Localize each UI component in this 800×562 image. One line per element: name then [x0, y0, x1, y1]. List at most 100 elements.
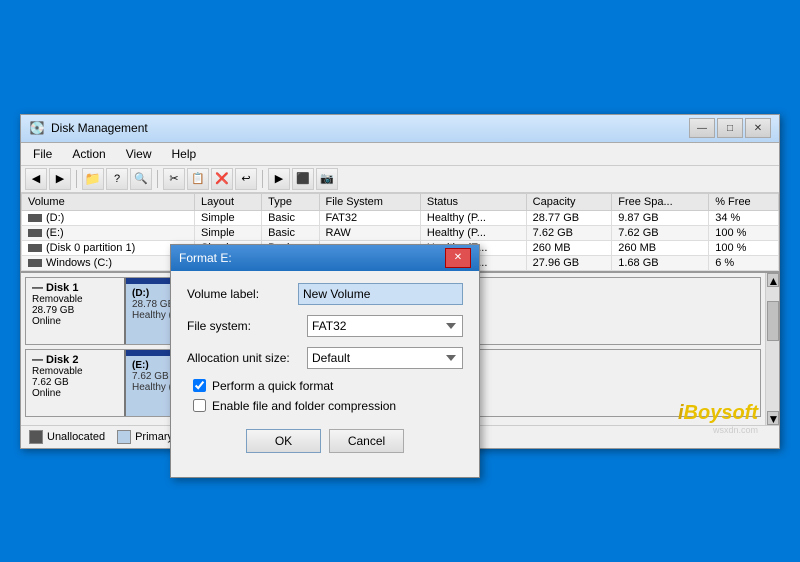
quick-format-row: Perform a quick format: [187, 379, 463, 393]
col-layout[interactable]: Layout: [195, 193, 262, 210]
compression-label[interactable]: Enable file and folder compression: [212, 399, 396, 413]
alloc-unit-select[interactable]: Default 512 1024 2048 4096: [307, 347, 463, 369]
col-fs[interactable]: File System: [319, 193, 420, 210]
file-system-row: File system: FAT32 NTFS exFAT: [187, 315, 463, 337]
menu-action[interactable]: Action: [64, 145, 113, 163]
disk-status: Online: [32, 388, 118, 399]
cell-free: 1.68 GB: [612, 255, 709, 270]
forward-button[interactable]: ▶: [49, 168, 71, 190]
disk-label: — Disk 1 Removable 28.79 GB Online: [26, 278, 126, 344]
play-button[interactable]: ▶: [268, 168, 290, 190]
dialog-close-button[interactable]: ✕: [445, 248, 471, 268]
compression-checkbox[interactable]: [193, 399, 206, 412]
cell-volume: (D:): [22, 210, 195, 225]
cell-fs: FAT32: [319, 210, 420, 225]
volume-label-label: Volume label:: [187, 287, 298, 301]
menu-view[interactable]: View: [118, 145, 160, 163]
window-icon: 💽: [29, 120, 45, 136]
cell-free: 9.87 GB: [612, 210, 709, 225]
col-capacity[interactable]: Capacity: [526, 193, 612, 210]
cut-button[interactable]: ✂: [163, 168, 185, 190]
cell-layout: Simple: [195, 210, 262, 225]
scrollbar-track[interactable]: ▲ ▼: [765, 273, 779, 425]
minimize-button[interactable]: —: [689, 118, 715, 138]
delete-button[interactable]: ❌: [211, 168, 233, 190]
undo-button[interactable]: ↩: [235, 168, 257, 190]
col-type[interactable]: Type: [262, 193, 319, 210]
ok-button[interactable]: OK: [246, 429, 321, 453]
alloc-unit-row: Allocation unit size: Default 512 1024 2…: [187, 347, 463, 369]
disk-name: — Disk 2: [32, 354, 118, 366]
volume-label-input[interactable]: [298, 283, 463, 305]
cell-capacity: 28.77 GB: [526, 210, 612, 225]
cell-pct: 100 %: [709, 225, 779, 240]
cell-volume: (Disk 0 partition 1): [22, 240, 195, 255]
toolbar-separator-3: [262, 170, 263, 188]
disk-size: 28.79 GB: [32, 305, 118, 316]
cell-capacity: 260 MB: [526, 240, 612, 255]
legend-unallocated: Unallocated: [29, 430, 105, 444]
disk-type: Removable: [32, 294, 118, 305]
col-volume[interactable]: Volume: [22, 193, 195, 210]
dialog-title-bar: Format E: ✕: [171, 245, 479, 271]
folder-button[interactable]: 📁: [82, 168, 104, 190]
file-system-label: File system:: [187, 319, 307, 333]
maximize-button[interactable]: □: [717, 118, 743, 138]
volume-label-row: Volume label:: [187, 283, 463, 305]
quick-format-label[interactable]: Perform a quick format: [212, 379, 333, 393]
legend-box-primary: [117, 430, 131, 444]
cell-type: Basic: [262, 225, 319, 240]
col-pct[interactable]: % Free: [709, 193, 779, 210]
menu-bar: File Action View Help: [21, 143, 779, 166]
toolbar: ◀ ▶ 📁 ? 🔍 ✂ 📋 ❌ ↩ ▶ ⬛ 📷: [21, 166, 779, 193]
copy-button[interactable]: 📋: [187, 168, 209, 190]
cell-status: Healthy (P...: [420, 225, 526, 240]
compression-row: Enable file and folder compression: [187, 399, 463, 413]
quick-format-checkbox[interactable]: [193, 379, 206, 392]
dialog-footer: OK Cancel: [187, 419, 463, 465]
cell-type: Basic: [262, 210, 319, 225]
table-row[interactable]: (D:) Simple Basic FAT32 Healthy (P... 28…: [22, 210, 779, 225]
window-controls: — □ ✕: [689, 118, 771, 138]
scroll-down[interactable]: ▼: [767, 411, 779, 425]
cell-pct: 6 %: [709, 255, 779, 270]
disk-label: — Disk 2 Removable 7.62 GB Online: [26, 350, 126, 416]
toolbar-separator-1: [76, 170, 77, 188]
cell-pct: 100 %: [709, 240, 779, 255]
cell-free: 260 MB: [612, 240, 709, 255]
cell-layout: Simple: [195, 225, 262, 240]
toolbar-separator-2: [157, 170, 158, 188]
scroll-up[interactable]: ▲: [767, 273, 779, 287]
dialog-body: Volume label: File system: FAT32 NTFS ex…: [171, 271, 479, 477]
legend-box-unallocated: [29, 430, 43, 444]
menu-file[interactable]: File: [25, 145, 60, 163]
search-button[interactable]: 🔍: [130, 168, 152, 190]
cell-pct: 34 %: [709, 210, 779, 225]
menu-help[interactable]: Help: [164, 145, 205, 163]
scrollbar-thumb[interactable]: [767, 301, 779, 341]
format-dialog: Format E: ✕ Volume label: File system: F…: [170, 244, 480, 478]
cell-capacity: 27.96 GB: [526, 255, 612, 270]
cell-free: 7.62 GB: [612, 225, 709, 240]
cell-volume: Windows (C:): [22, 255, 195, 270]
col-status[interactable]: Status: [420, 193, 526, 210]
window-title: Disk Management: [51, 121, 689, 135]
cancel-button[interactable]: Cancel: [329, 429, 404, 453]
legend-label-unallocated: Unallocated: [47, 431, 105, 443]
cell-fs: RAW: [319, 225, 420, 240]
disk-status: Online: [32, 316, 118, 327]
snapshot-button[interactable]: 📷: [316, 168, 338, 190]
back-button[interactable]: ◀: [25, 168, 47, 190]
help-button[interactable]: ?: [106, 168, 128, 190]
disk-name: — Disk 1: [32, 282, 118, 294]
disk-size: 7.62 GB: [32, 377, 118, 388]
close-button[interactable]: ✕: [745, 118, 771, 138]
col-free[interactable]: Free Spa...: [612, 193, 709, 210]
file-system-select[interactable]: FAT32 NTFS exFAT: [307, 315, 463, 337]
disk-type: Removable: [32, 366, 118, 377]
title-bar: 💽 Disk Management — □ ✕: [21, 115, 779, 143]
stop-button[interactable]: ⬛: [292, 168, 314, 190]
cell-capacity: 7.62 GB: [526, 225, 612, 240]
table-row[interactable]: (E:) Simple Basic RAW Healthy (P... 7.62…: [22, 225, 779, 240]
dialog-title-text: Format E:: [179, 251, 232, 265]
